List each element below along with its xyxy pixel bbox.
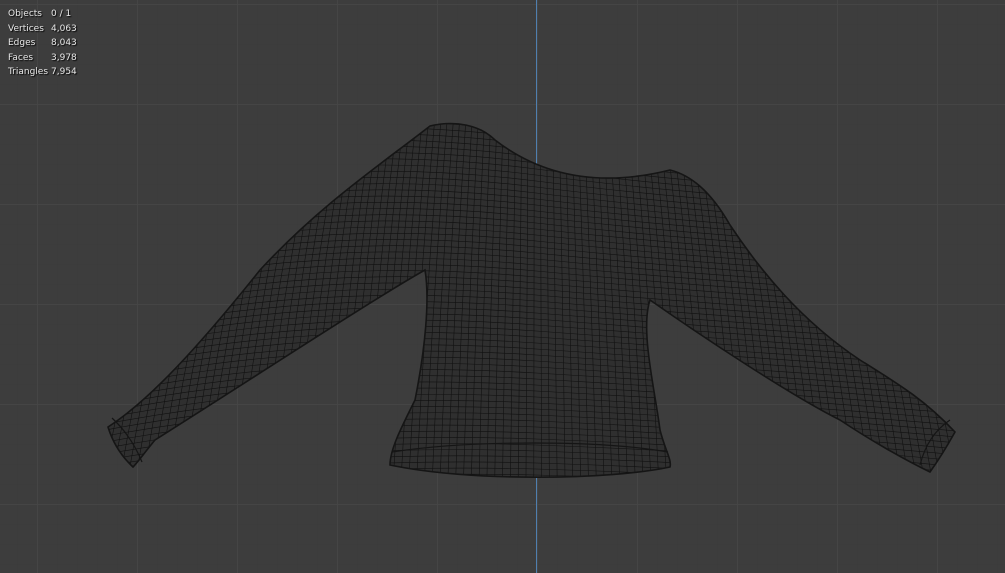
stat-label: Faces [8, 52, 34, 63]
stat-row-faces: Faces 3,978 [8, 51, 77, 66]
stat-row-vertices: Vertices 4,063 [8, 22, 77, 37]
mesh-edge-column [792, 123, 864, 478]
mesh-edge-column [164, 123, 246, 478]
mesh-edge-column [786, 123, 856, 478]
stat-value: 0 / 1 [51, 9, 72, 19]
stat-row-edges: Edges 8,043 [8, 36, 77, 51]
3d-viewport[interactable]: Objects 0 / 1 Vertices 4,063 Edges 8,043 Faces… [0, 0, 1005, 573]
stat-label: Objects [8, 9, 43, 19]
stat-label: Vertices [8, 23, 44, 34]
mesh-edge-row [108, 473, 955, 478]
mesh-edge-row [108, 123, 955, 152]
stat-value: 4,063 [51, 23, 77, 34]
stat-row-objects: Objects 0 / 1 [8, 7, 77, 22]
mesh-edge-row [108, 123, 955, 146]
mesh-edge-row [108, 123, 955, 158]
stat-label: Edges [8, 38, 36, 48]
mesh-edge-row [108, 123, 955, 164]
stat-label: Triangles [8, 67, 49, 77]
mesh-edge-row [90, 480, 980, 511]
mesh-edge-column [780, 123, 848, 478]
sweater-wireframe-mesh[interactable] [0, 0, 1005, 573]
sweater-body-fill [90, 123, 980, 511]
stat-value: 3,978 [51, 52, 77, 63]
viewport-statistics-overlay: Objects 0 / 1 Vertices 4,063 Edges 8,043 Faces… [8, 7, 77, 80]
mesh-edge-column [157, 123, 239, 478]
stat-value: 8,043 [51, 38, 77, 48]
stat-row-triangles: Triangles 7,954 [8, 65, 77, 80]
stat-value: 7,954 [51, 67, 77, 77]
